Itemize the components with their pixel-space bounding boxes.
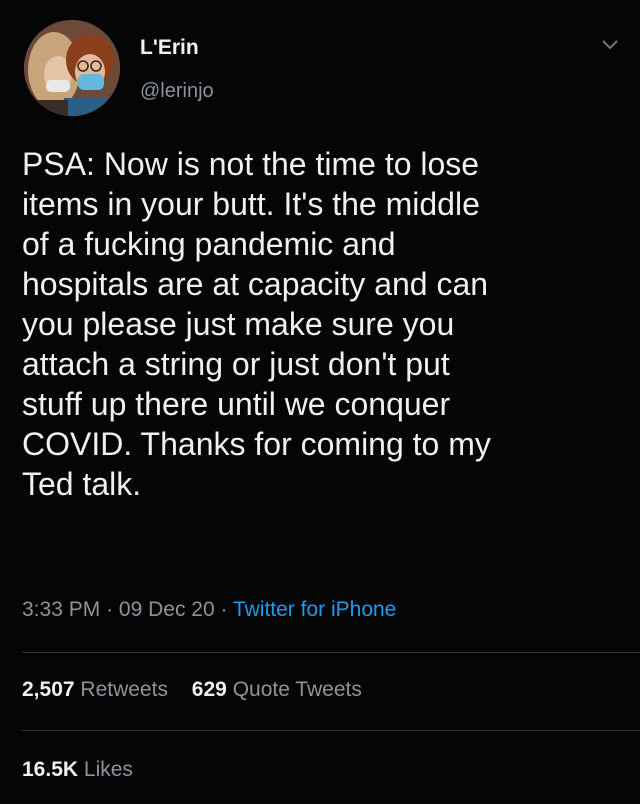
divider xyxy=(22,730,640,731)
likes-stat[interactable]: 16.5K Likes xyxy=(22,758,133,782)
quote-tweets-stat[interactable]: 629 Quote Tweets xyxy=(192,678,362,702)
engagement-stats: 2,507 Retweets 629 Quote Tweets xyxy=(22,678,380,702)
divider xyxy=(22,652,640,653)
retweets-stat[interactable]: 2,507 Retweets xyxy=(22,678,168,702)
meta-separator: · xyxy=(220,598,228,621)
avatar[interactable] xyxy=(24,20,120,116)
retweets-label: Retweets xyxy=(80,678,168,701)
tweet-text: PSA: Now is not the time to lose items i… xyxy=(22,146,491,502)
tweet-date[interactable]: 09 Dec 20 xyxy=(119,598,215,621)
tweet-meta: 3:33 PM · 09 Dec 20 · Twitter for iPhone xyxy=(22,598,396,622)
likes-label: Likes xyxy=(83,758,133,781)
retweets-count: 2,507 xyxy=(22,678,75,701)
user-handle[interactable]: @lerinjo xyxy=(140,80,214,103)
quotes-label: Quote Tweets xyxy=(232,678,362,701)
tweet-source-link[interactable]: Twitter for iPhone xyxy=(233,598,396,621)
likes-row: 16.5K Likes xyxy=(22,758,151,782)
tweet-time[interactable]: 3:33 PM xyxy=(22,598,100,621)
display-name[interactable]: L'Erin xyxy=(140,36,199,60)
chevron-down-icon[interactable] xyxy=(600,38,620,52)
meta-separator: · xyxy=(106,598,114,621)
quotes-count: 629 xyxy=(191,678,227,701)
profile-photo-icon xyxy=(24,20,120,116)
likes-count: 16.5K xyxy=(22,758,79,781)
tweet-card: L'Erin @lerinjo PSA: Now is not the time… xyxy=(0,0,640,804)
